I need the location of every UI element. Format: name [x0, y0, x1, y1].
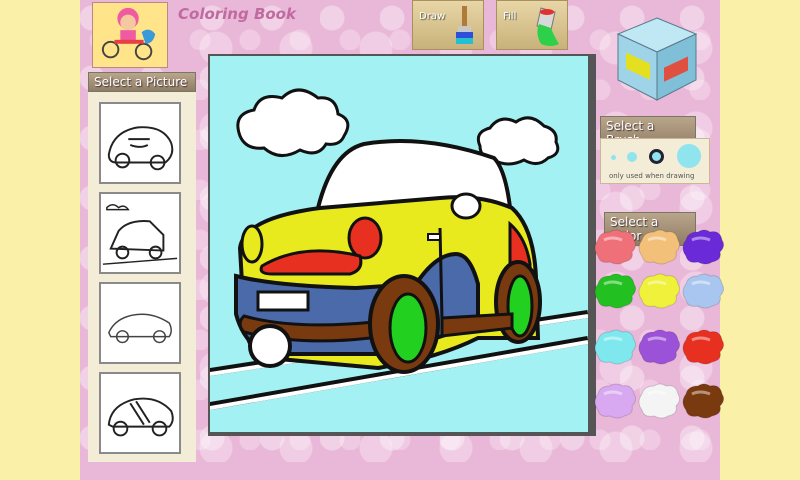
color-swatch-4[interactable]: [594, 272, 637, 310]
picture-thumbnail-2[interactable]: [99, 192, 181, 274]
canvas-frame: [208, 54, 596, 436]
bottom-border: [80, 462, 720, 480]
color-swatch-11[interactable]: [638, 382, 681, 420]
picture-thumbnail-4[interactable]: [99, 372, 181, 454]
picture-list: [88, 92, 196, 464]
color-swatch-8[interactable]: [638, 328, 681, 366]
fill-label: Fill: [503, 11, 517, 22]
brush-size-2[interactable]: [627, 152, 637, 162]
brush-panel: only used when drawing: [600, 138, 710, 184]
app-title: Coloring Book: [178, 5, 296, 23]
brush-size-4[interactable]: [677, 144, 701, 168]
draw-label: Draw: [419, 11, 446, 22]
picture-thumbnail-1[interactable]: [99, 102, 181, 184]
paintbrush-icon: [456, 6, 473, 44]
coloring-canvas[interactable]: [209, 56, 589, 432]
color-swatch-7[interactable]: [594, 328, 637, 366]
select-picture-label: Select a Picture: [88, 72, 196, 92]
color-swatch-9[interactable]: [682, 328, 725, 366]
brush-size-3-selected[interactable]: [649, 149, 664, 164]
fill-button[interactable]: Fill: [496, 0, 568, 50]
app-logo: [92, 2, 168, 68]
color-swatch-3[interactable]: [682, 228, 725, 266]
color-swatch-12[interactable]: [682, 382, 725, 420]
color-swatch-10[interactable]: [594, 382, 637, 420]
cube-logo[interactable]: [612, 14, 702, 104]
color-swatch-2[interactable]: [638, 228, 681, 266]
draw-button[interactable]: Draw: [412, 0, 484, 50]
color-swatch-5[interactable]: [638, 272, 681, 310]
picture-thumbnail-3[interactable]: [99, 282, 181, 364]
color-swatch-1[interactable]: [594, 228, 637, 266]
paint-bucket-icon: [536, 7, 559, 46]
brush-note: only used when drawing: [609, 172, 695, 180]
color-swatch-6[interactable]: [682, 272, 725, 310]
brush-size-1[interactable]: [611, 155, 616, 160]
